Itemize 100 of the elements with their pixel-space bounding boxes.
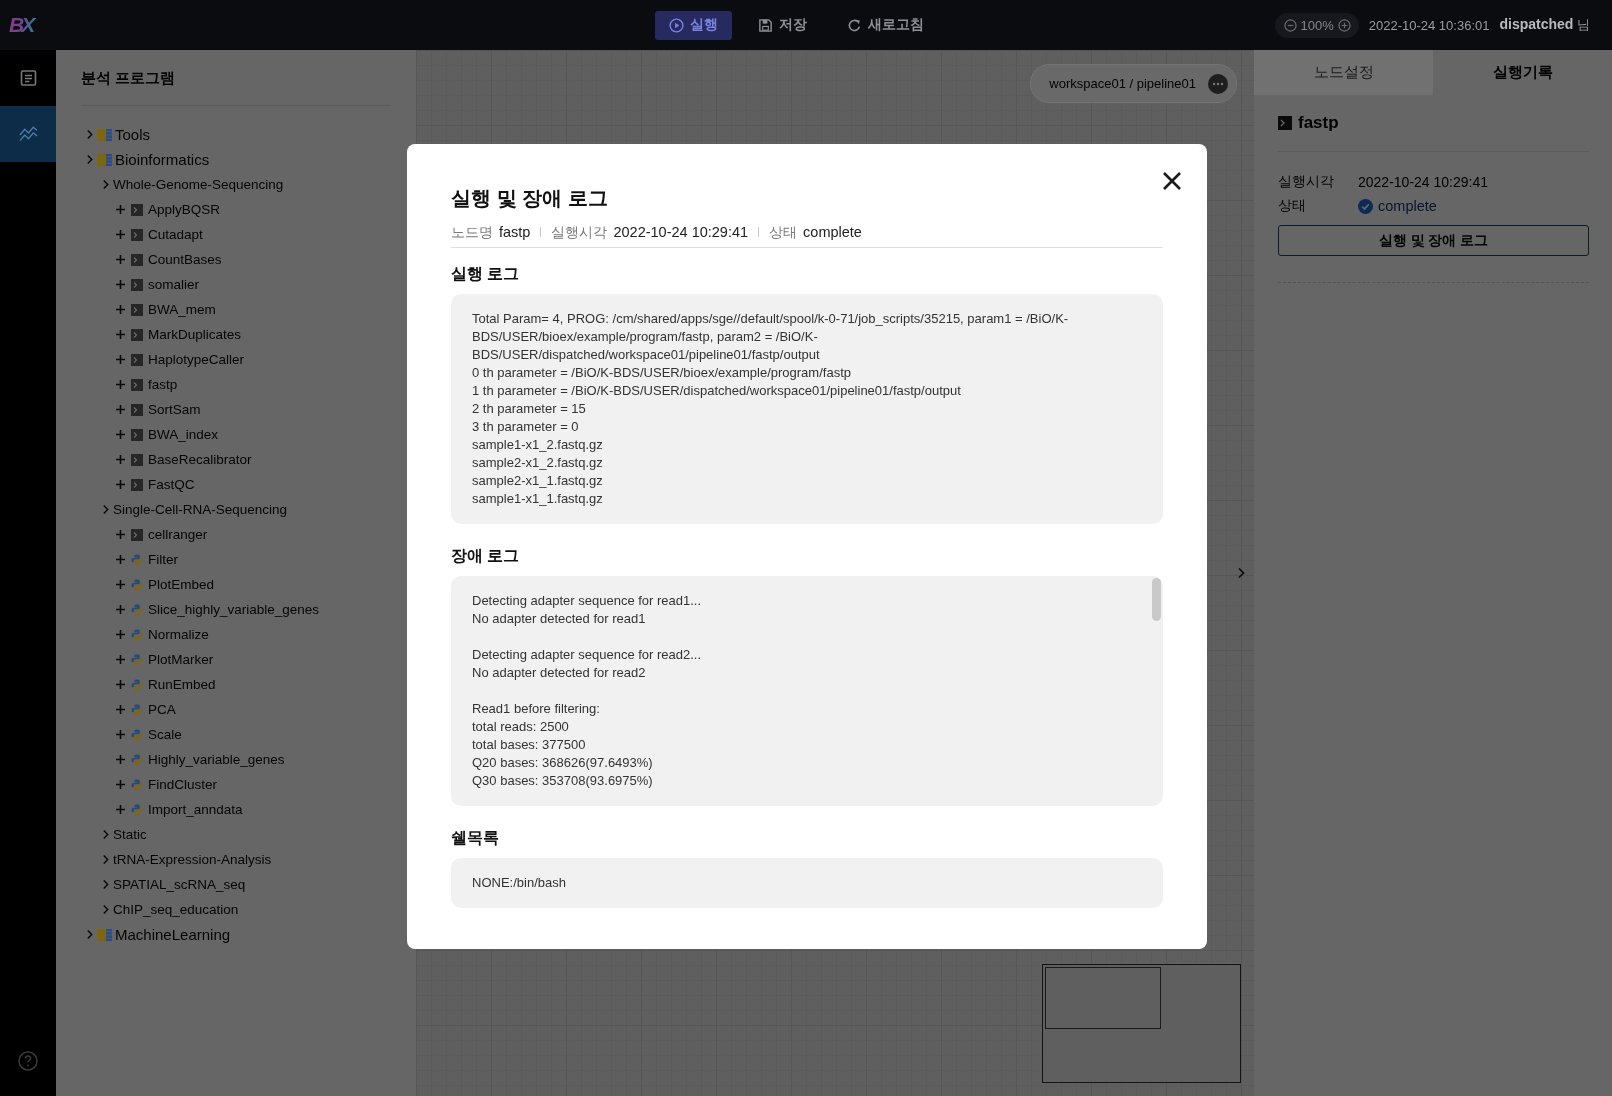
program-label[interactable]: MarkDuplicates [148,327,242,342]
zoom-out-icon[interactable] [1283,18,1297,32]
group-label[interactable]: ChIP_seq_education [113,902,239,917]
chevron-right-icon[interactable] [86,129,93,140]
program-label[interactable]: FindCluster [148,777,218,792]
meta-label: 노드명 [451,223,493,242]
plus-icon[interactable] [116,405,125,414]
program-label[interactable]: PlotEmbed [148,577,215,592]
program-label[interactable]: BWA_index [148,427,219,442]
chevron-right-icon[interactable] [102,504,109,515]
program-label[interactable]: cellranger [148,527,208,542]
program-label[interactable]: HaplotypeCaller [148,352,245,367]
plus-icon[interactable] [116,380,125,389]
python-icon [131,803,143,816]
plus-icon[interactable] [116,255,125,264]
program-label[interactable]: Scale [148,727,182,742]
chevron-right-icon[interactable] [102,904,109,915]
program-label[interactable]: fastp [148,377,178,392]
plus-icon[interactable] [116,605,125,614]
plus-icon[interactable] [116,205,125,214]
program-label[interactable]: BWA_mem [148,302,216,317]
save-button[interactable]: 저장 [743,10,821,40]
minimap[interactable] [1042,964,1241,1083]
plus-icon[interactable] [116,430,125,439]
chevron-right-icon[interactable] [1237,567,1245,579]
chart-nav-item[interactable] [0,106,56,162]
plus-icon[interactable] [116,580,125,589]
refresh-button[interactable]: 새로고침 [832,10,938,40]
chevron-right-icon[interactable] [86,929,93,940]
plus-icon[interactable] [116,705,125,714]
program-label[interactable]: Highly_variable_genes [148,752,285,767]
program-label[interactable]: FastQC [148,477,195,492]
document-icon [18,69,38,87]
plus-icon[interactable] [116,630,125,639]
program-label[interactable]: somalier [148,277,199,292]
python-icon [131,578,143,591]
plus-icon[interactable] [116,555,125,564]
category-label[interactable]: Tools [115,126,151,143]
group-label[interactable]: Static [113,827,147,842]
chevron-right-icon[interactable] [102,879,109,890]
plus-icon[interactable] [116,305,125,314]
section-heading: 쉘목록 [451,828,499,848]
plus-icon[interactable] [116,455,125,464]
minimap-viewport[interactable] [1045,967,1161,1029]
chevron-right-icon[interactable] [102,829,109,840]
close-button[interactable] [1162,171,1182,191]
chevron-right-icon[interactable] [102,179,109,190]
program-label[interactable]: PlotMarker [148,652,214,667]
program-label[interactable]: Slice_highly_variable_genes [148,602,320,617]
program-label[interactable]: PCA [148,702,176,717]
plus-icon[interactable] [116,280,125,289]
python-icon [131,703,143,716]
panel-tab[interactable]: 노드설정 [1254,50,1433,95]
category-label[interactable]: MachineLearning [115,926,231,943]
log-button[interactable]: 실행 및 장애 로그 [1278,225,1589,256]
terminal-icon [1278,116,1292,130]
plus-icon[interactable] [116,755,125,764]
log-line: total reads: 2500 [472,718,569,736]
plus-icon[interactable] [116,730,125,739]
program-label[interactable]: ApplyBQSR [148,202,221,217]
log-line: Q30 bases: 353708(93.6975%) [472,772,653,790]
plus-icon[interactable] [116,230,125,239]
plus-icon[interactable] [116,680,125,689]
chevron-right-icon[interactable] [86,154,93,165]
plus-icon[interactable] [116,355,125,364]
program-label[interactable]: BaseRecalibrator [148,452,252,467]
chevron-right-icon[interactable] [102,854,109,865]
log-line: No adapter detected for read1 [472,610,646,628]
refresh-icon [846,17,862,33]
more-icon[interactable] [1208,73,1228,94]
program-label[interactable]: CountBases [148,252,222,267]
plus-icon[interactable] [116,805,125,814]
plus-icon[interactable] [116,655,125,664]
program-label[interactable]: SortSam [148,402,201,417]
plus-icon[interactable] [116,780,125,789]
plus-icon[interactable] [116,530,125,539]
group-label[interactable]: Whole-Genome-Sequencing [113,177,284,192]
program-label[interactable]: RunEmbed [148,677,216,692]
program-label[interactable]: Cutadapt [148,227,203,242]
log-line: sample2-x1_2.fastq.gz [472,454,603,472]
category-label[interactable]: Bioinformatics [115,151,210,168]
program-label[interactable]: Filter [148,552,178,567]
terminal-icon [131,303,143,316]
scrollbar-thumb[interactable] [1152,578,1161,621]
zoom-in-icon[interactable] [1337,18,1351,32]
program-label[interactable]: Import_anndata [148,802,243,817]
node-title: fastp [1298,113,1339,133]
log-line: Total Param= 4, PROG: /cm/shared/apps/sge//default/spool/k-0-71/job_scripts/35215, param1 = /BiO/K-BDS/USER/bioex/example/program/fastp, param2 = /BiO/K-BDS/USER/dispatched/workspace01/pipeline01/fastp/output [472,310,1070,364]
save-icon [757,17,773,33]
plus-icon[interactable] [116,480,125,489]
python-icon [131,628,143,641]
group-label[interactable]: tRNA-Expression-Analysis [113,852,272,867]
program-label[interactable]: Normalize [148,627,209,642]
group-label[interactable]: Single-Cell-RNA-Sequencing [113,502,288,517]
log-line: sample1-x1_2.fastq.gz [472,436,603,454]
run-button[interactable]: 실행 [654,10,732,40]
plus-icon[interactable] [116,330,125,339]
field-label: 실행시각 [1278,173,1335,191]
group-label[interactable]: SPATIAL_scRNA_seq [113,877,246,892]
datetime-text: 2022-10-24 10:36:01 [1368,17,1490,33]
